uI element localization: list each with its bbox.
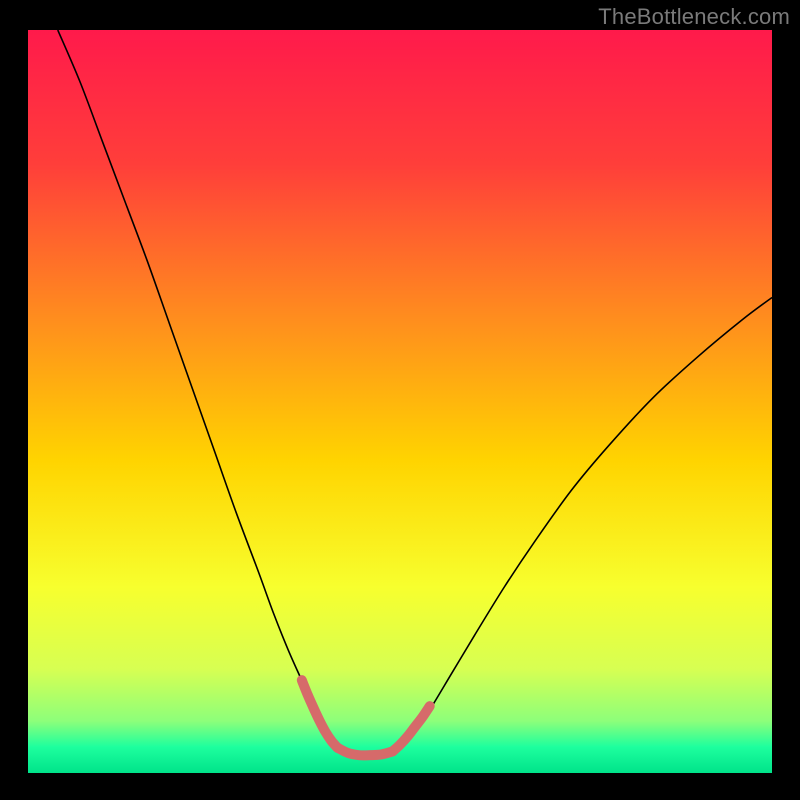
bottleneck-chart [0,0,800,800]
chart-frame: TheBottleneck.com [0,0,800,800]
watermark-text: TheBottleneck.com [598,4,790,30]
gradient-background [28,30,772,773]
